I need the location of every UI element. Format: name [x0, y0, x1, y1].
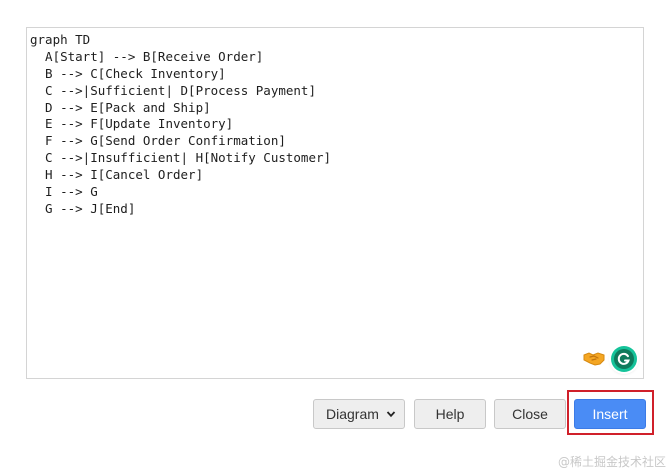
code-line: D --> E[Pack and Ship] [30, 99, 211, 115]
code-text: graph TD A[Start] --> B[Receive Order] B… [30, 32, 331, 218]
chevron-down-icon [386, 411, 396, 418]
code-line: E --> F[Update Inventory] [30, 116, 234, 132]
code-line: graph TD [30, 32, 91, 47]
code-line: I --> G [30, 184, 98, 200]
code-line: C -->|Sufficient| D[Process Payment] [30, 82, 316, 98]
insert-button[interactable]: Insert [574, 399, 646, 429]
handshake-icon[interactable] [583, 347, 605, 369]
code-line: B --> C[Check Inventory] [30, 65, 226, 81]
grammarly-icon[interactable] [611, 346, 637, 372]
diagram-type-select-value: Diagram [326, 406, 379, 422]
code-line: H --> I[Cancel Order] [30, 167, 204, 183]
code-line: C -->|Insufficient| H[Notify Customer] [30, 150, 332, 166]
insert-mermaid-dialog: graph TD A[Start] --> B[Receive Order] B… [0, 0, 672, 474]
code-editor[interactable]: graph TD A[Start] --> B[Receive Order] B… [26, 27, 644, 379]
close-button[interactable]: Close [494, 399, 566, 429]
help-button[interactable]: Help [414, 399, 486, 429]
watermark: @稀土掘金技术社区 [557, 455, 666, 469]
code-line: F --> G[Send Order Confirmation] [30, 133, 286, 149]
code-line: G --> J[End] [30, 200, 136, 216]
code-line: A[Start] --> B[Receive Order] [30, 48, 264, 64]
diagram-type-select[interactable]: Diagram [313, 399, 405, 429]
